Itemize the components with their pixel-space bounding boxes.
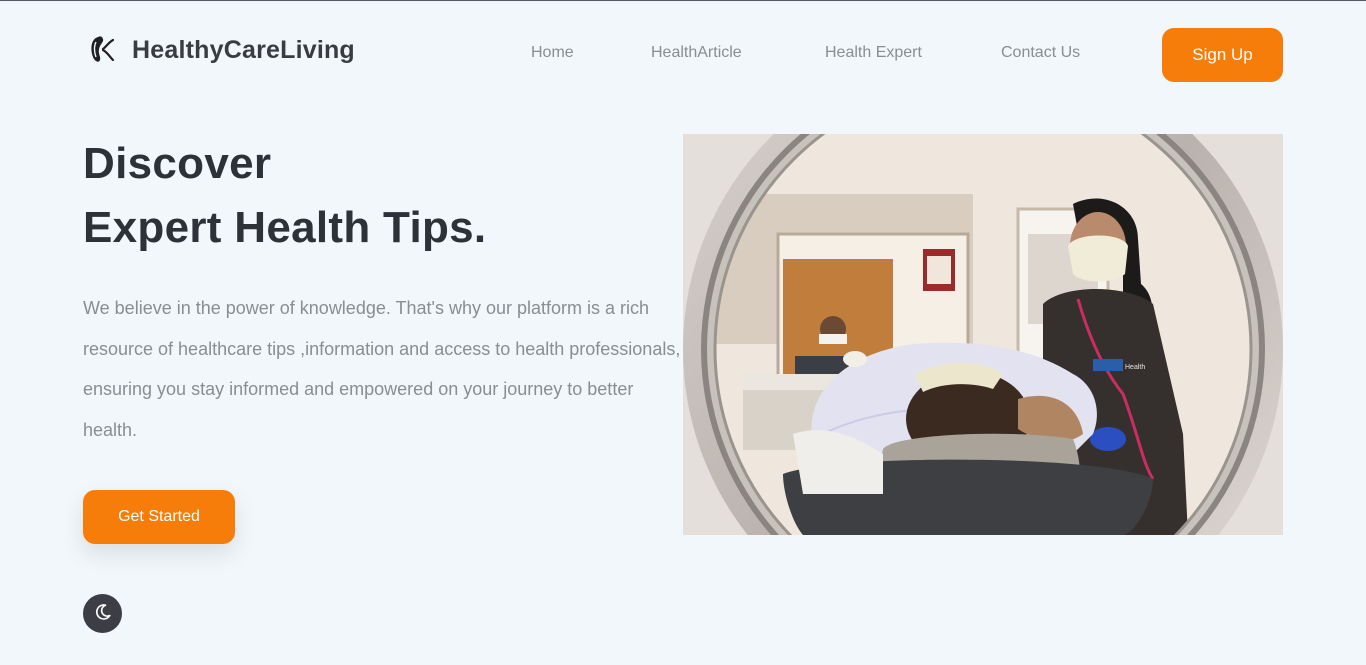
get-started-button[interactable]: Get Started	[83, 490, 235, 544]
theme-toggle-button[interactable]	[83, 594, 122, 633]
moon-icon	[94, 603, 112, 624]
badge-health-text: Health	[1125, 364, 1145, 371]
nav-health-article[interactable]: HealthArticle	[651, 44, 742, 62]
hero-title-line-2: Expert Health Tips.	[83, 203, 487, 252]
nav-home[interactable]: Home	[531, 44, 574, 62]
hero-image: Health	[683, 134, 1283, 535]
hero-description: We believe in the power of knowledge. Th…	[83, 298, 681, 440]
top-border	[0, 0, 1366, 1]
hero-title: Discover Expert Health Tips.	[83, 132, 486, 260]
hero-title-line-1: Discover	[83, 139, 272, 188]
nav-health-expert[interactable]: Health Expert	[825, 44, 922, 62]
nav-contact-us[interactable]: Contact Us	[1001, 44, 1080, 62]
sign-up-button[interactable]: Sign Up	[1162, 28, 1283, 82]
